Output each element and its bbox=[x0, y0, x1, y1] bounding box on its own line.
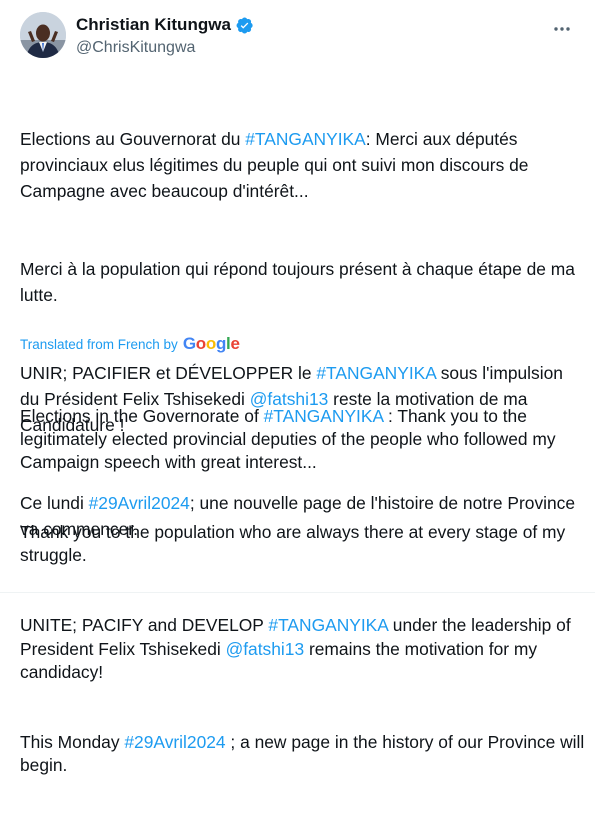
name-row: Christian Kitungwa bbox=[76, 14, 254, 36]
original-paragraph-1: Elections au Gouvernorat du #TANGANYIKA:… bbox=[20, 126, 580, 204]
translated-paragraph-2: Thank you to the population who are alwa… bbox=[20, 522, 571, 566]
avatar[interactable] bbox=[20, 12, 66, 58]
google-logo: Google bbox=[183, 334, 240, 354]
tweet-header: Christian Kitungwa @ChrisKitungwa bbox=[20, 12, 579, 60]
translation-label: Translated from French by bbox=[20, 336, 178, 352]
text-segment: Elections in the Governorate of bbox=[20, 405, 264, 426]
text-segment: UNITE; PACIFY and DEVELOP bbox=[20, 615, 269, 636]
logo-letter: e bbox=[230, 334, 240, 353]
mention-link[interactable]: @fatshi13 bbox=[226, 639, 305, 659]
text-segment: Elections au Gouvernorat du bbox=[20, 129, 246, 149]
tweet-text-translated: Elections in the Governorate of #TANGANY… bbox=[20, 358, 585, 824]
logo-letter: g bbox=[215, 334, 227, 353]
translated-paragraph-4: This Monday #29Avril2024 ; a new page in… bbox=[20, 731, 585, 778]
text-segment: This Monday bbox=[20, 731, 125, 752]
hashtag-link[interactable]: #TANGANYIKA bbox=[264, 406, 384, 426]
translation-attribution[interactable]: Translated from French by Google bbox=[20, 333, 240, 355]
original-paragraph-2: Merci à la population qui répond toujour… bbox=[20, 259, 580, 305]
verified-badge-icon[interactable] bbox=[235, 16, 254, 35]
hashtag-link[interactable]: #29Avril2024 bbox=[124, 732, 225, 752]
author-handle[interactable]: @ChrisKitungwa bbox=[76, 37, 254, 59]
logo-letter: o bbox=[195, 334, 206, 353]
tweet-card: Christian Kitungwa @ChrisKitungwa Electi… bbox=[0, 0, 595, 775]
translated-paragraph-1: Elections in the Governorate of #TANGANY… bbox=[20, 405, 585, 475]
hashtag-link[interactable]: #TANGANYIKA bbox=[245, 129, 365, 149]
more-horizontal-icon[interactable] bbox=[551, 18, 573, 40]
avatar-image bbox=[20, 12, 66, 58]
hashtag-link[interactable]: #TANGANYIKA bbox=[268, 615, 388, 635]
author-names: Christian Kitungwa @ChrisKitungwa bbox=[76, 14, 254, 59]
logo-letter: o bbox=[205, 334, 216, 353]
display-name[interactable]: Christian Kitungwa bbox=[76, 14, 231, 36]
translated-paragraph-3: UNITE; PACIFY and DEVELOP #TANGANYIKA un… bbox=[20, 614, 585, 684]
logo-letter: G bbox=[182, 334, 196, 353]
